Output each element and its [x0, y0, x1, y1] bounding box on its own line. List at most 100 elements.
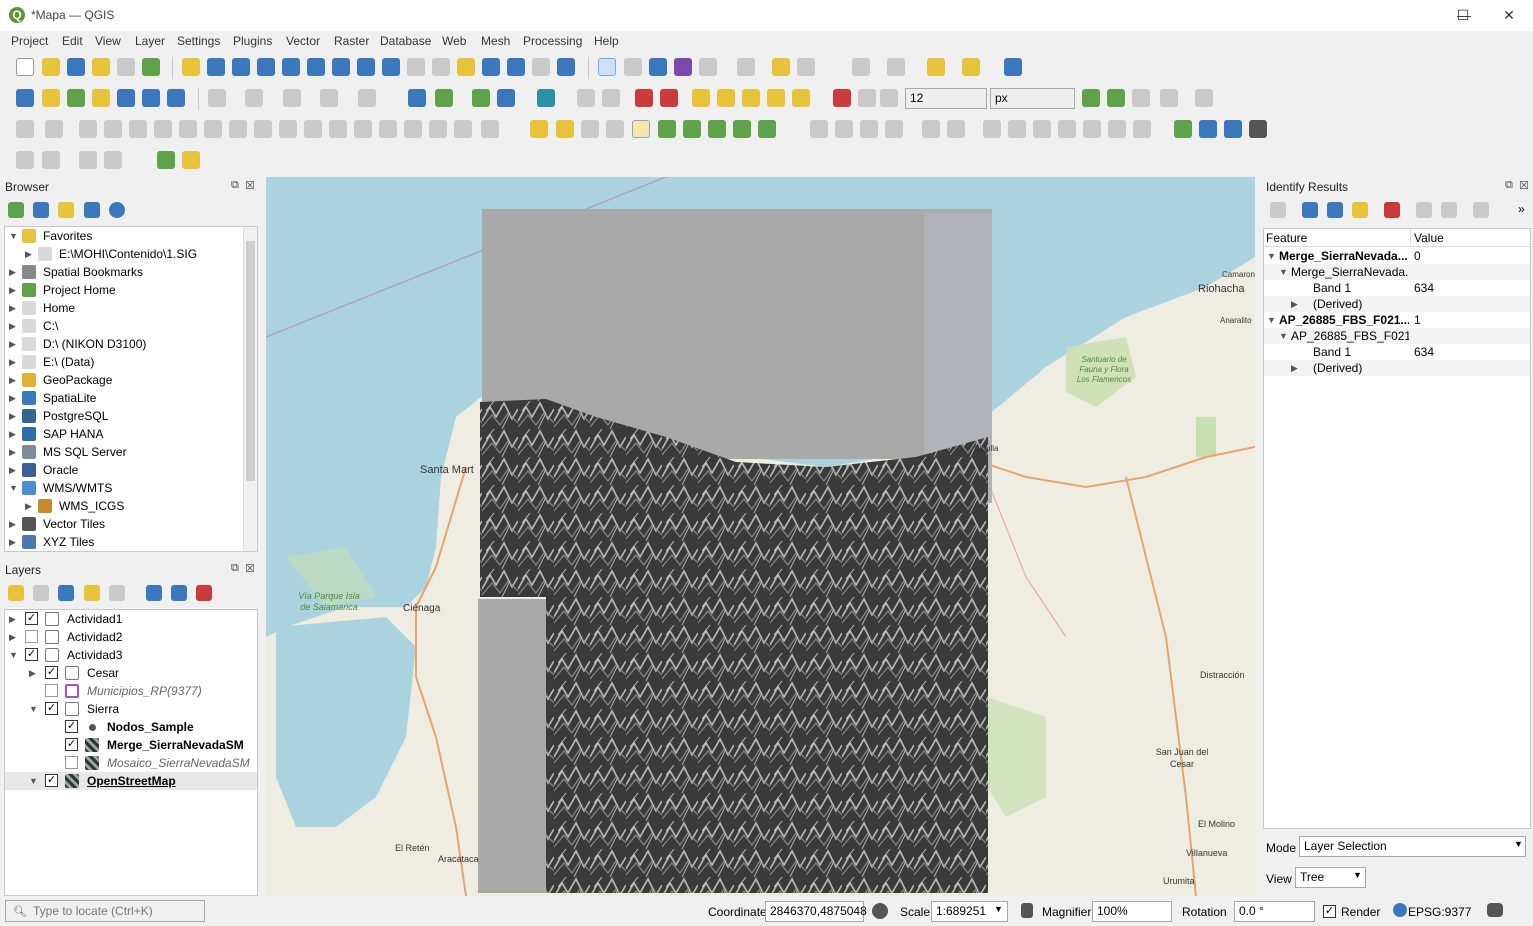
render-checkbox[interactable]: ✓ — [1323, 905, 1336, 918]
identify-settings-icon[interactable] — [1473, 202, 1489, 218]
label-move-icon[interactable] — [692, 89, 710, 107]
float-panel-icon[interactable]: ⧉ — [231, 179, 239, 192]
filter-legend-icon[interactable] — [84, 585, 100, 601]
raster-stretch-icon[interactable] — [556, 120, 574, 138]
layer-visibility-checkbox[interactable]: ✓ — [45, 774, 58, 787]
identify-result-row[interactable]: ▶ (Derived) — [1264, 360, 1530, 376]
browser-item[interactable]: ▶ XYZ Tiles — [5, 533, 257, 551]
raster-histogram-icon[interactable] — [530, 120, 548, 138]
add-part-icon[interactable] — [204, 120, 222, 138]
vertex-tool-icon[interactable] — [45, 120, 63, 138]
identify-result-row[interactable]: Band 1 634 — [1264, 344, 1530, 360]
browser-item[interactable]: ▶ C:\ — [5, 317, 257, 335]
georeferencer-icon[interactable] — [472, 89, 490, 107]
identify-result-row[interactable]: ▼ AP_26885_FBS_F021... — [1264, 328, 1530, 344]
delete-part-icon[interactable] — [279, 120, 297, 138]
collapsed-arrow-icon[interactable]: ▶ — [9, 628, 19, 646]
browser-item[interactable]: ▼ Favorites — [5, 227, 257, 245]
collapsed-arrow-icon[interactable]: ▶ — [9, 443, 19, 461]
collapsed-arrow-icon[interactable]: ▶ — [1291, 296, 1301, 312]
layer-item[interactable]: ✓ Nodos_Sample — [5, 718, 257, 736]
menu-web[interactable]: Web — [442, 34, 466, 48]
browser-item[interactable]: ▶ Oracle — [5, 461, 257, 479]
profile-tool-icon[interactable] — [435, 89, 453, 107]
feature-column-header[interactable]: Feature — [1266, 231, 1307, 245]
delete-selected-icon[interactable] — [1008, 120, 1026, 138]
rotate-feature-icon[interactable] — [129, 120, 147, 138]
add-ellipse-icon[interactable] — [708, 120, 726, 138]
expand-all-icon[interactable] — [146, 585, 162, 601]
expanded-arrow-icon[interactable]: ▼ — [1279, 264, 1289, 280]
split-parts-icon[interactable] — [429, 120, 447, 138]
collapsed-arrow-icon[interactable]: ▶ — [9, 317, 19, 335]
collapsed-arrow-icon[interactable]: ▶ — [9, 610, 19, 628]
browser-item[interactable]: ▶ E:\MOHI\Contenido\1.SIG — [5, 245, 257, 263]
style-manager-icon[interactable] — [142, 58, 160, 76]
digitize-icon[interactable] — [208, 89, 226, 107]
identify-result-row[interactable]: ▶ (Derived) — [1264, 296, 1530, 312]
layer-item[interactable]: ▶ Actividad2 — [5, 628, 257, 646]
expanded-arrow-icon[interactable]: ▼ — [1279, 328, 1289, 344]
expand-new-icon[interactable] — [1352, 202, 1368, 218]
save-edits-icon[interactable] — [860, 120, 878, 138]
label-highlight-icon[interactable] — [767, 89, 785, 107]
undo-icon[interactable] — [1108, 120, 1126, 138]
redo-icon[interactable] — [1133, 120, 1151, 138]
lock-scale-icon[interactable] — [1021, 903, 1033, 918]
digitize-shape-icon[interactable] — [810, 120, 828, 138]
snapping-unit-select[interactable]: px — [990, 88, 1075, 109]
filter-expression-icon[interactable] — [109, 585, 125, 601]
annotation-edit-icon[interactable] — [16, 151, 34, 169]
mode-select[interactable]: Layer Selection — [1299, 836, 1526, 857]
collapsed-arrow-icon[interactable]: ▶ — [25, 497, 35, 515]
layer-visibility-checkbox[interactable] — [25, 630, 38, 643]
menu-settings[interactable]: Settings — [177, 34, 220, 48]
trim-extend-icon[interactable] — [379, 120, 397, 138]
identify-result-row[interactable]: ▼ Merge_SierraNevada... — [1264, 264, 1530, 280]
add-group-icon[interactable] — [33, 585, 49, 601]
maximize-button[interactable]: ☐ — [1440, 0, 1486, 31]
collapsed-arrow-icon[interactable]: ▶ — [9, 371, 19, 389]
intersection-icon[interactable] — [1107, 89, 1125, 107]
collapse-all-icon[interactable] — [84, 202, 100, 218]
layer-item[interactable]: Municipios_RP(9377) — [5, 682, 257, 700]
annotation-add-icon[interactable] — [42, 151, 60, 169]
plugin-tool-icon[interactable] — [182, 151, 200, 169]
label-pin-all-icon[interactable] — [792, 89, 810, 107]
bookmark-icon[interactable] — [507, 58, 525, 76]
value-column-header[interactable]: Value — [1414, 231, 1444, 245]
topology-icon[interactable] — [1082, 89, 1100, 107]
globe-tool-icon[interactable] — [1199, 120, 1217, 138]
collapsed-arrow-icon[interactable]: ▶ — [9, 533, 19, 551]
browser-item[interactable]: ▶ SpatiaLite — [5, 389, 257, 407]
magnifier-field[interactable]: 100% — [1092, 901, 1172, 922]
split-features-icon[interactable] — [404, 120, 422, 138]
search-plugin-icon[interactable] — [157, 151, 175, 169]
map-tips-icon[interactable] — [772, 58, 790, 76]
layer-item[interactable]: ▶ ✓ Cesar — [5, 664, 257, 682]
annotation-move-icon[interactable] — [79, 151, 97, 169]
menu-raster[interactable]: Raster — [334, 34, 369, 48]
snapping-mode-icon[interactable] — [858, 89, 876, 107]
menu-vector[interactable]: Vector — [286, 34, 320, 48]
browser-item[interactable]: ▶ Spatial Bookmarks — [5, 263, 257, 281]
annotation-icon[interactable] — [797, 58, 815, 76]
refresh-icon[interactable] — [557, 58, 575, 76]
measure-icon[interactable] — [737, 58, 755, 76]
add-ring-icon[interactable] — [179, 120, 197, 138]
menu-plugins[interactable]: Plugins — [233, 34, 272, 48]
messages-icon[interactable] — [1487, 903, 1503, 917]
browser-item[interactable]: ▶ Home — [5, 299, 257, 317]
zoom-selection-icon[interactable] — [307, 58, 325, 76]
deselect-icon[interactable] — [927, 58, 945, 76]
zoom-layer-icon[interactable] — [332, 58, 350, 76]
layer-styling-icon[interactable] — [8, 585, 24, 601]
reverse-line-icon[interactable] — [354, 120, 372, 138]
collapsed-arrow-icon[interactable]: ▶ — [9, 281, 19, 299]
collapsed-arrow-icon[interactable]: ▶ — [9, 335, 19, 353]
filter-browser-icon[interactable] — [58, 202, 74, 218]
save-project-icon[interactable] — [67, 58, 85, 76]
copy-features-icon[interactable] — [1058, 120, 1076, 138]
menu-help[interactable]: Help — [594, 34, 619, 48]
add-polygon-icon[interactable] — [320, 89, 338, 107]
